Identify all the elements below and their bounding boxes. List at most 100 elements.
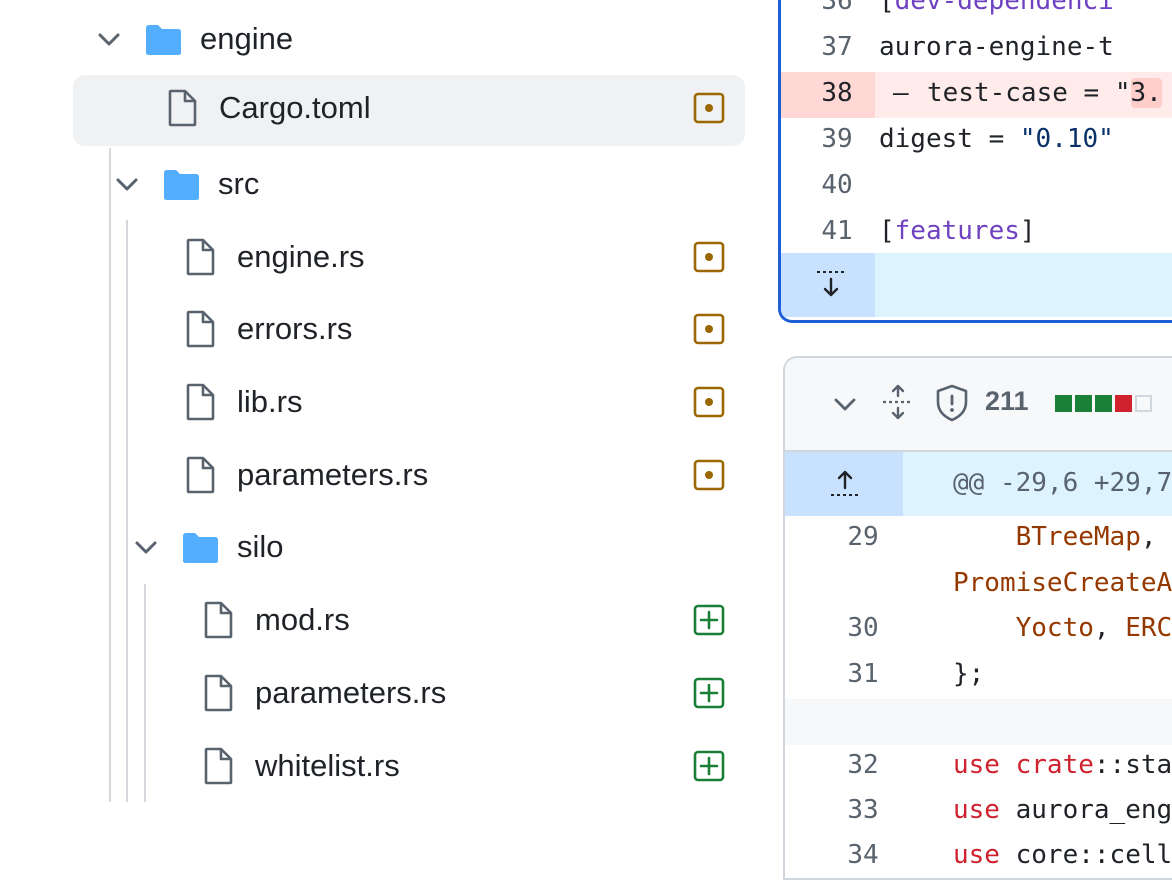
- expand-up-button[interactable]: [785, 452, 903, 516]
- code-line: 31 };: [785, 653, 1172, 699]
- chevron-down-icon[interactable]: [131, 532, 161, 562]
- line-number: 34: [847, 840, 879, 870]
- folder-icon: [183, 533, 218, 563]
- unfold-icon[interactable]: [881, 384, 915, 420]
- file-icon: [186, 310, 215, 348]
- file-icon: [204, 747, 233, 785]
- file-icon: [186, 456, 215, 494]
- tree-item-label: lib.rs: [237, 384, 303, 419]
- code-line: 30 Yocto, ERC: [785, 607, 1172, 653]
- file-tree: engine Cargo.toml src engine.rs errors.r…: [0, 0, 760, 856]
- tree-file-engine-rs[interactable]: engine.rs: [0, 221, 760, 293]
- code-line: PromiseCreateA: [785, 562, 1172, 608]
- tree-file-whitelist-rs[interactable]: whitelist.rs: [0, 730, 760, 802]
- code-text: PromiseCreateA: [953, 568, 1172, 598]
- code-text: [dev-dependenci: [879, 0, 1114, 16]
- tree-item-label: whitelist.rs: [255, 748, 400, 783]
- code-text: };: [953, 659, 985, 689]
- hunk-header-row: @@ -29,6 +29,7: [785, 452, 1172, 516]
- line-number: 36: [821, 0, 853, 16]
- diff-line: 40: [781, 164, 1172, 210]
- line-number: 33: [847, 795, 879, 825]
- tree-file-silo-parameters-rs[interactable]: parameters.rs: [0, 657, 760, 729]
- expand-down-icon: [817, 271, 845, 297]
- diffstat-added: [1075, 395, 1092, 412]
- line-number: 40: [821, 170, 853, 200]
- tree-item-label: Cargo.toml: [219, 90, 371, 125]
- code-text: Yocto, ERC: [1015, 613, 1172, 643]
- code-text: BTreeMap,: [1015, 522, 1157, 552]
- diffstat-deleted: [1115, 395, 1132, 412]
- changes-count: 211: [985, 386, 1029, 416]
- line-number: 31: [847, 659, 879, 689]
- line-number: 37: [821, 32, 853, 62]
- file-modified-icon: [693, 241, 725, 273]
- shield-icon: [936, 384, 968, 422]
- folder-icon: [146, 25, 181, 55]
- line-number: 29: [847, 522, 879, 552]
- tree-item-label: parameters.rs: [255, 675, 447, 710]
- file-icon: [168, 89, 197, 127]
- collapsed-separator: [785, 699, 1172, 745]
- diff-line: 37 aurora-engine-t: [781, 26, 1172, 72]
- hunk-header: @@ -29,6 +29,7: [953, 468, 1172, 498]
- code-text: digest = "0.10": [879, 124, 1114, 154]
- tree-item-label: src: [218, 166, 260, 201]
- diff-deletion-marker: –: [893, 78, 909, 108]
- code-text: use core::cell: [953, 840, 1172, 870]
- tree-item-label: silo: [237, 529, 284, 564]
- tree-item-label: engine.rs: [237, 239, 365, 274]
- expand-row: [781, 253, 1172, 317]
- file-modified-icon: [693, 313, 725, 345]
- line-number: 41: [821, 216, 853, 246]
- diff-line: 41 [features]: [781, 210, 1172, 256]
- file-icon: [186, 383, 215, 421]
- diff-line: 39 digest = "0.10": [781, 118, 1172, 164]
- diffstat-neutral: [1135, 395, 1152, 412]
- code-line: 32 use crate::sta: [785, 744, 1172, 790]
- file-added-icon: [693, 604, 725, 636]
- chevron-down-icon[interactable]: [94, 24, 124, 54]
- diff-line-deleted: 38 – test-case = "3.: [781, 72, 1172, 118]
- file-icon: [186, 238, 215, 276]
- file-added-icon: [693, 677, 725, 709]
- diff-line: 36 [dev-dependenci: [781, 0, 1172, 26]
- expand-down-button[interactable]: [781, 253, 875, 317]
- code-text: aurora-engine-t: [879, 32, 1114, 62]
- diffstat-added: [1095, 395, 1112, 412]
- expand-up-icon: [831, 470, 859, 496]
- tree-item-label: errors.rs: [237, 311, 353, 346]
- tree-file-cargo-toml[interactable]: Cargo.toml: [0, 72, 760, 146]
- file-header: 211: [785, 358, 1172, 452]
- file-modified-icon: [693, 459, 725, 491]
- file-icon: [204, 674, 233, 712]
- tree-file-parameters-rs[interactable]: parameters.rs: [0, 439, 760, 511]
- tree-file-errors-rs[interactable]: errors.rs: [0, 293, 760, 365]
- tree-file-lib-rs[interactable]: lib.rs: [0, 366, 760, 438]
- line-number: 32: [847, 750, 879, 780]
- diffstat-added: [1055, 395, 1072, 412]
- line-number: 30: [847, 613, 879, 643]
- line-number: 38: [821, 78, 853, 108]
- tree-item-label: engine: [200, 21, 294, 56]
- file-added-icon: [693, 750, 725, 782]
- file-modified-icon: [693, 92, 725, 124]
- folder-icon: [164, 170, 199, 200]
- code-line: 34 use core::cell: [785, 834, 1172, 878]
- diff-panel-cargo-toml: 36 [dev-dependenci 37 aurora-engine-t 38…: [778, 0, 1172, 323]
- tree-folder-engine[interactable]: engine: [0, 3, 760, 75]
- chevron-down-icon[interactable]: [831, 390, 859, 418]
- code-text: use aurora_eng: [953, 795, 1172, 825]
- code-text: [features]: [879, 216, 1036, 246]
- code-text: test-case = "3.: [927, 78, 1162, 108]
- diff-panel-file: 211 @@ -29,6 +29,7 29 BTreeMap, PromiseC…: [783, 356, 1172, 880]
- tree-folder-src[interactable]: src: [0, 148, 760, 220]
- tree-file-mod-rs[interactable]: mod.rs: [0, 584, 760, 656]
- code-line: 33 use aurora_eng: [785, 789, 1172, 835]
- code-text: use crate::sta: [953, 750, 1172, 780]
- tree-folder-silo[interactable]: silo: [0, 511, 760, 583]
- chevron-down-icon[interactable]: [112, 169, 142, 199]
- line-number: 39: [821, 124, 853, 154]
- file-modified-icon: [693, 386, 725, 418]
- tree-item-label: parameters.rs: [237, 457, 429, 492]
